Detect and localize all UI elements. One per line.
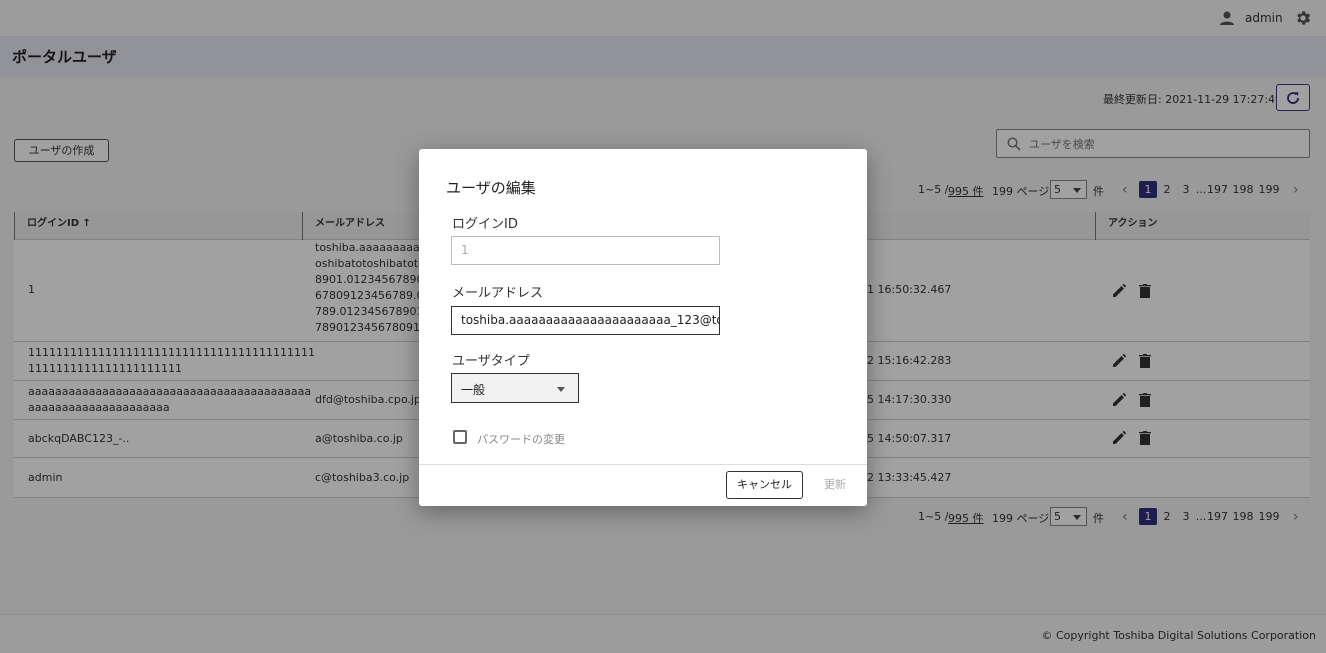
login-id-label: ログインID <box>452 217 518 232</box>
email-label: メールアドレス <box>452 286 544 301</box>
dialog-title: ユーザの編集 <box>446 179 536 197</box>
edit-user-dialog: ユーザの編集 ログインID 1 メールアドレス toshiba.aaaaaaaa… <box>419 149 867 506</box>
cancel-button[interactable]: キャンセル <box>726 471 803 499</box>
password-change-label[interactable]: パスワードの変更 <box>477 431 565 447</box>
update-button[interactable]: 更新 <box>815 471 855 499</box>
dialog-divider <box>419 464 867 465</box>
chevron-down-icon <box>557 387 565 392</box>
email-field[interactable]: toshiba.aaaaaaaaaaaaaaaaaaaaaa_123@to <box>451 306 720 335</box>
usertype-value: 一般 <box>461 383 486 397</box>
usertype-label: ユーザタイプ <box>452 354 530 369</box>
usertype-select[interactable]: 一般 <box>451 373 579 403</box>
password-change-checkbox[interactable] <box>453 430 467 444</box>
login-id-field: 1 <box>451 236 720 265</box>
